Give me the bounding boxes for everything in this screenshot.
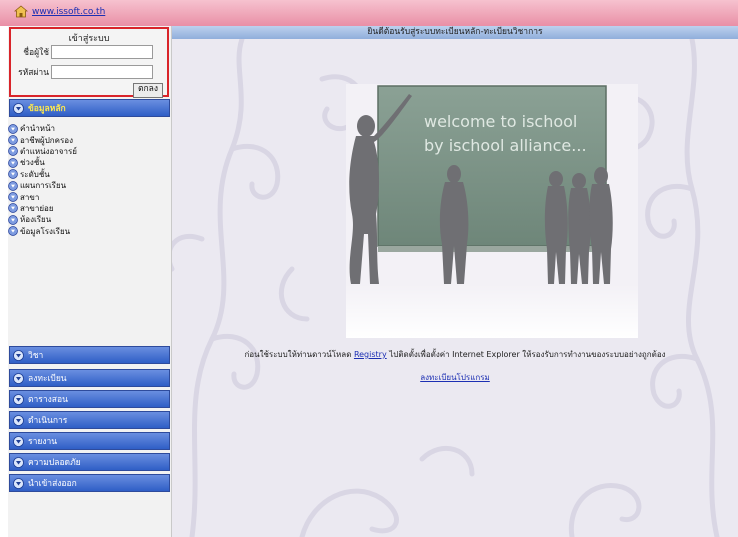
menu-item-study-plan[interactable]: แผนการเรียน (8, 180, 77, 191)
arrow-circle-icon (8, 123, 18, 134)
note-text-after: ไปติดตั้งเพื่อตั้งค่า Internet Explorer … (386, 350, 666, 359)
section-import-export[interactable]: นำเข้าส่งออก (9, 474, 170, 492)
arrow-circle-icon (8, 226, 18, 237)
section-label: ความปลอดภัย (28, 458, 81, 468)
arrow-circle-icon (13, 372, 24, 384)
note-text-before: ก่อนใช้ระบบให้ท่านดาวน์โหลด (244, 350, 354, 359)
register-program-link[interactable]: ลงทะเบียนโปรแกรม (172, 371, 738, 384)
arrow-circle-icon (13, 477, 24, 489)
login-box: เข้าสู่ระบบ ชื่อผู้ใช้ รหัสผ่าน ตกลง (9, 27, 169, 98)
password-input[interactable] (51, 65, 153, 79)
section-security[interactable]: ความปลอดภัย (9, 453, 170, 471)
menu-list: คำนำหน้า อาชีพผู้ปกครอง ตำแหน่งอาจารย์ ช… (8, 123, 77, 237)
registry-link[interactable]: Registry (354, 350, 387, 359)
section-label: นำเข้าส่งออก (28, 479, 77, 489)
arrow-circle-icon (8, 180, 18, 191)
welcome-title: ยินดีต้อนรับสู่ระบบทะเบียนหลัก-ทะเบียนวิ… (172, 26, 738, 39)
registry-note: ก่อนใช้ระบบให้ท่านดาวน์โหลด Registry ไปต… (172, 348, 738, 361)
section-label: ดำเนินการ (28, 416, 68, 426)
menu-item-school-info[interactable]: ข้อมูลโรงเรียน (8, 226, 77, 237)
arrow-circle-icon (8, 203, 18, 214)
arrow-circle-icon (8, 146, 18, 157)
section-main-data[interactable]: ข้อมูลหลัก (9, 99, 170, 117)
section-operations[interactable]: ดำเนินการ (9, 411, 170, 429)
section-label: ลงทะเบียน (28, 374, 67, 384)
menu-item-label: ข้อมูลโรงเรียน (20, 226, 71, 236)
arrow-circle-icon (13, 414, 24, 426)
section-registration[interactable]: ลงทะเบียน (9, 369, 170, 387)
arrow-circle-icon (8, 158, 18, 168)
arrow-circle-icon (13, 393, 24, 405)
main-content: ยินดีต้อนรับสู่ระบบทะเบียนหลัก-ทะเบียนวิ… (172, 26, 738, 537)
login-submit-button[interactable]: ตกลง (132, 83, 163, 98)
home-icon (14, 5, 28, 18)
arrow-circle-icon (8, 135, 18, 145)
home-link[interactable]: www.issoft.co.th (32, 7, 105, 17)
section-label: วิชา (28, 351, 44, 361)
arrow-circle-icon (13, 102, 24, 114)
section-timetable[interactable]: ตารางสอน (9, 390, 170, 408)
welcome-illustration: welcome to ischool by ischool alliance..… (346, 84, 638, 338)
section-label: รายงาน (28, 437, 58, 447)
arrow-circle-icon (13, 349, 24, 361)
board-line-1: welcome to ischool (424, 112, 577, 131)
sidebar: เข้าสู่ระบบ ชื่อผู้ใช้ รหัสผ่าน ตกลง ข้อ… (8, 26, 172, 537)
section-main-label: ข้อมูลหลัก (28, 104, 66, 114)
arrow-circle-icon (8, 214, 18, 225)
home-link-group[interactable]: www.issoft.co.th (14, 5, 105, 18)
password-row: รหัสผ่าน (13, 65, 153, 79)
section-label: ตารางสอน (28, 395, 68, 405)
top-bar: www.issoft.co.th (0, 0, 738, 26)
arrow-circle-icon (13, 435, 24, 447)
board-line-2: by ischool alliance... (424, 136, 587, 155)
arrow-circle-icon (8, 169, 18, 180)
arrow-circle-icon (8, 192, 18, 202)
username-row: ชื่อผู้ใช้ (13, 45, 153, 59)
section-subjects[interactable]: วิชา (9, 346, 170, 364)
arrow-circle-icon (13, 456, 24, 468)
username-label: ชื่อผู้ใช้ (23, 48, 49, 58)
section-reports[interactable]: รายงาน (9, 432, 170, 450)
login-title: เข้าสู่ระบบ (68, 34, 110, 44)
username-input[interactable] (51, 45, 153, 59)
password-label: รหัสผ่าน (18, 68, 49, 78)
